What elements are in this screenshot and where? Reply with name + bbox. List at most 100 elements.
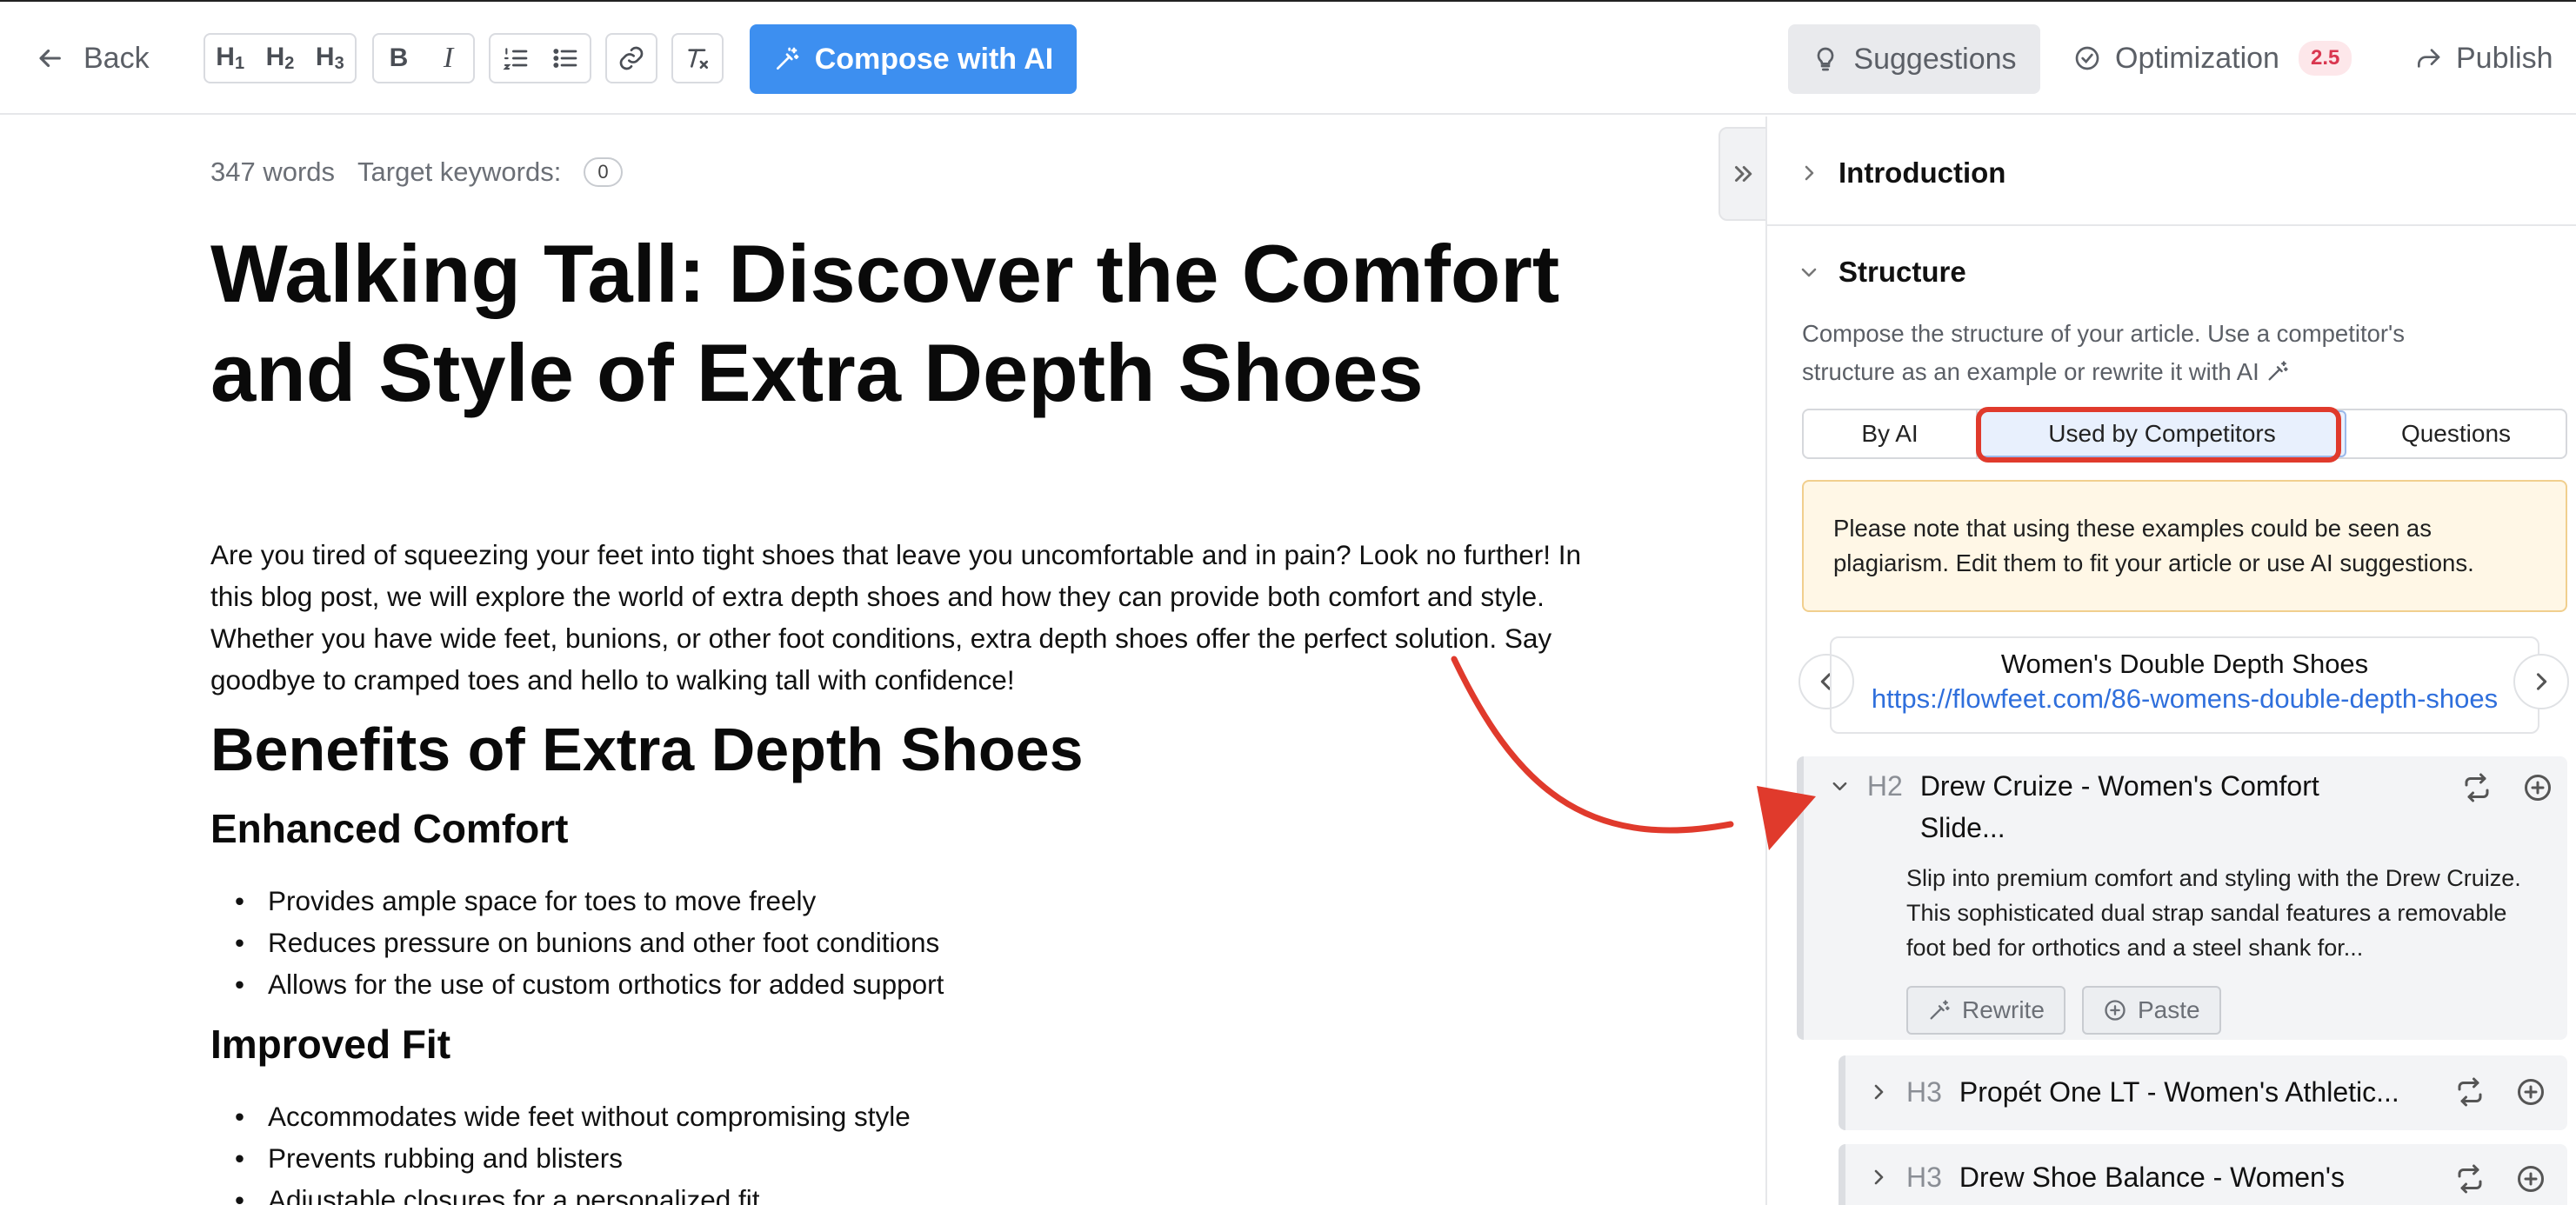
optimization-button[interactable]: Optimization 2.5 [2073, 33, 2352, 83]
structure-item-h3: H3 Drew Shoe Balance - Women's [1839, 1144, 2567, 1205]
replace-icon[interactable] [2461, 772, 2493, 803]
document-meta: 347 words Target keywords: 0 [210, 156, 623, 188]
highlight-annotation-ring [1976, 407, 2341, 463]
paste-button[interactable]: Paste [2082, 986, 2221, 1035]
optimization-score-badge: 2.5 [2298, 41, 2352, 76]
fit-list: Accommodates wide feet without compromis… [261, 1095, 911, 1205]
check-circle-icon [2075, 46, 2099, 70]
editor-area[interactable]: 347 words Target keywords: 0 Walking Tal… [0, 117, 1765, 1205]
structure-item-description: Slip into premium comfort and styling wi… [1906, 865, 2521, 961]
tab-questions[interactable]: Questions [2346, 410, 2566, 457]
chevron-down-icon [1801, 268, 1817, 277]
double-chevron-right-icon [1735, 166, 1752, 182]
structure-item-header[interactable]: H3 Propét One LT - Women's Athletic... [1868, 1071, 2425, 1113]
ordered-list-button[interactable] [491, 35, 540, 82]
list-item[interactable]: Allows for the use of custom orthotics f… [261, 963, 944, 1005]
structure-description: Compose the structure of your article. U… [1802, 320, 2406, 385]
list-item[interactable]: Accommodates wide feet without compromis… [261, 1095, 911, 1137]
magic-wand-icon [2268, 361, 2289, 381]
replace-icon[interactable] [2454, 1076, 2486, 1108]
structure-item-h3: H3 Propét One LT - Women's Athletic... [1839, 1055, 2567, 1130]
magic-wand-icon [776, 47, 799, 70]
introduction-label: Introduction [1839, 156, 2006, 189]
format-group: B I [372, 33, 475, 83]
suggestions-button[interactable]: Suggestions [1788, 24, 2040, 94]
document-title[interactable]: Walking Tall: Discover the Comfort and S… [210, 224, 1654, 423]
share-arrow-icon [2418, 49, 2440, 68]
paste-label: Paste [2138, 996, 2200, 1023]
add-circle-icon[interactable] [2522, 772, 2553, 803]
bullet-list-button[interactable] [540, 35, 590, 82]
tab-by-ai[interactable]: By AI [1804, 410, 1978, 457]
clear-format-button[interactable] [673, 35, 722, 82]
structure-item-header[interactable]: H2 Drew Cruize - Women's Comfort Slide..… [1830, 765, 2352, 849]
structure-item-actions [2461, 772, 2553, 803]
section-divider [1767, 224, 2576, 226]
list-item[interactable]: Provides ample space for toes to move fr… [261, 880, 944, 922]
target-keywords-label: Target keywords: [357, 156, 562, 187]
magic-wand-icon [1930, 1000, 1950, 1020]
heading-group: H1 H2 H3 [204, 33, 357, 83]
add-circle-icon[interactable] [2515, 1076, 2546, 1108]
competitor-name: Women's Double Depth Shoes [2000, 649, 2369, 679]
add-circle-icon[interactable] [2515, 1163, 2546, 1195]
add-circle-icon [2105, 1000, 2126, 1021]
chevron-right-icon [1805, 165, 1814, 181]
target-keywords-count[interactable]: 0 [584, 157, 623, 187]
intro-paragraph[interactable]: Are you tired of squeezing your feet int… [210, 534, 1628, 701]
side-panel: Introduction Structure Compose the struc… [1765, 117, 2576, 1205]
ordered-list-icon [502, 48, 527, 70]
link-group [605, 33, 657, 83]
chevron-right-icon [2536, 673, 2547, 690]
comfort-list: Provides ample space for toes to move fr… [261, 880, 944, 1005]
publish-button[interactable]: Publish [2414, 33, 2553, 83]
heading-2-button[interactable]: H2 [255, 35, 304, 82]
list-item[interactable]: Prevents rubbing and blisters [261, 1137, 911, 1179]
compose-with-ai-button[interactable]: Compose with AI [750, 24, 1077, 94]
bullet-list-icon [552, 49, 577, 68]
heading-improved-fit[interactable]: Improved Fit [210, 1021, 450, 1068]
bold-button[interactable]: B [374, 35, 424, 82]
heading-1-button[interactable]: H1 [205, 35, 255, 82]
italic-button[interactable]: I [424, 35, 473, 82]
link-icon [619, 46, 644, 70]
rewrite-button[interactable]: Rewrite [1906, 986, 2065, 1035]
heading-enhanced-comfort[interactable]: Enhanced Comfort [210, 805, 568, 852]
clear-format-group [671, 33, 724, 83]
structure-item-title: Drew Cruize - Women's Comfort Slide... [1919, 770, 2319, 843]
replace-icon[interactable] [2454, 1163, 2486, 1195]
structure-item-title: Drew Shoe Balance - Women's [1959, 1162, 2345, 1193]
list-item[interactable]: Adjustable closures for a personalized f… [261, 1179, 911, 1205]
heading-benefits[interactable]: Benefits of Extra Depth Shoes [210, 715, 1084, 784]
competitor-url-link[interactable]: https://flowfeet.com/86-womens-double-de… [1832, 683, 2538, 715]
chevron-right-icon [1874, 1084, 1884, 1100]
competitor-card: Women's Double Depth Shoes https://flowf… [1830, 636, 2539, 734]
publish-label: Publish [2456, 41, 2553, 75]
toolbar: Back H1 H2 H3 B I Compose with AI Sugges… [0, 0, 2576, 115]
back-label: Back [83, 41, 150, 75]
back-button[interactable]: Back [35, 35, 150, 82]
link-button[interactable] [607, 35, 656, 82]
clear-format-icon [688, 49, 708, 69]
structure-section-toggle[interactable]: Structure [1799, 256, 1966, 289]
collapse-panel-button[interactable] [1718, 127, 1767, 221]
heading-3-button[interactable]: H3 [305, 35, 355, 82]
next-competitor-button[interactable] [2513, 654, 2569, 709]
word-count: 347 words [210, 156, 336, 187]
heading-level-label: H3 [1906, 1162, 1942, 1193]
structure-item-header[interactable]: H3 Drew Shoe Balance - Women's [1868, 1156, 2425, 1198]
structure-label: Structure [1839, 256, 1966, 288]
introduction-section-toggle[interactable]: Introduction [1799, 156, 2005, 190]
list-item[interactable]: Reduces pressure on bunions and other fo… [261, 922, 944, 963]
suggestions-label: Suggestions [1853, 42, 2017, 76]
heading-level-label: H3 [1906, 1076, 1942, 1108]
heading-level-label: H2 [1866, 770, 1903, 802]
plagiarism-notice: Please note that using these examples co… [1802, 480, 2567, 612]
arrow-left-icon [39, 49, 61, 68]
structure-item-actions [2454, 1163, 2546, 1195]
structure-item-title: Propét One LT - Women's Athletic... [1959, 1076, 2399, 1108]
rewrite-label: Rewrite [1962, 996, 2045, 1023]
list-group [489, 33, 591, 83]
lightbulb-icon [1818, 47, 1834, 71]
chevron-down-icon [1832, 782, 1847, 791]
